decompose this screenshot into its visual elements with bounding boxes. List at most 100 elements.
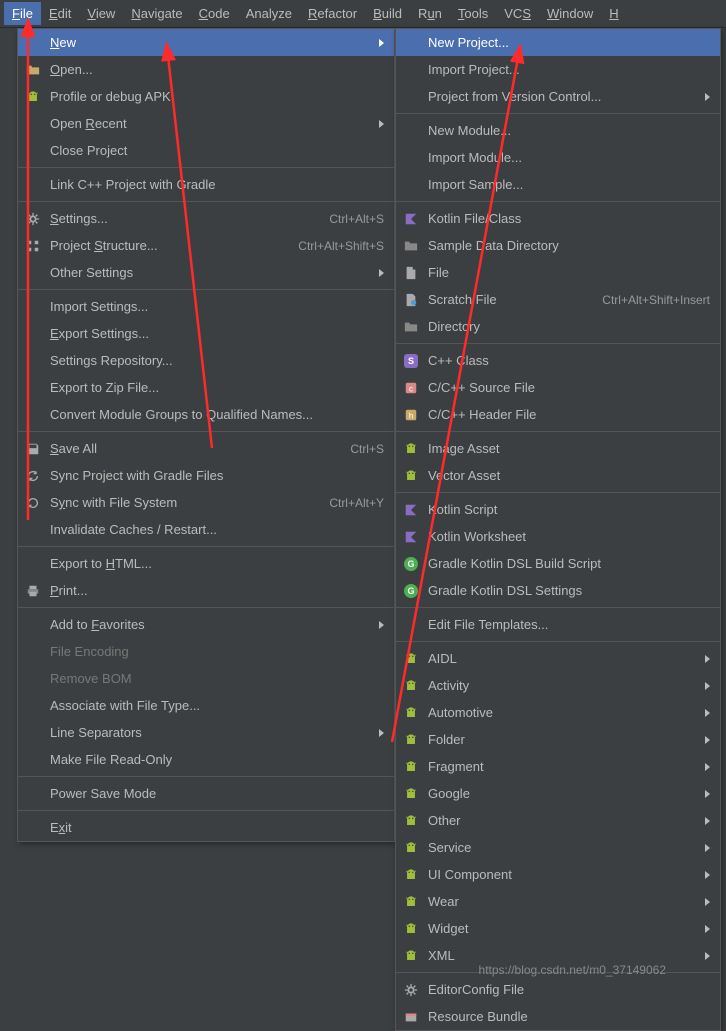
- new-menu-gradle-kotlin-dsl-build-script[interactable]: GGradle Kotlin DSL Build Script: [396, 550, 720, 577]
- menu-item-label: Automotive: [428, 705, 697, 720]
- menubar-item-window[interactable]: Window: [539, 2, 601, 25]
- new-menu-automotive[interactable]: Automotive: [396, 699, 720, 726]
- file-menu-export-to-zip-file[interactable]: Export to Zip File...: [18, 374, 394, 401]
- submenu-arrow-icon: [379, 729, 384, 737]
- menubar-item-refactor[interactable]: Refactor: [300, 2, 365, 25]
- new-menu-ui-component[interactable]: UI Component: [396, 861, 720, 888]
- new-menu-import-project[interactable]: Import Project...: [396, 56, 720, 83]
- file-menu-other-settings[interactable]: Other Settings: [18, 259, 394, 286]
- new-menu-edit-file-templates[interactable]: Edit File Templates...: [396, 611, 720, 638]
- file-menu-sync-with-file-system[interactable]: Sync with File SystemCtrl+Alt+Y: [18, 489, 394, 516]
- file-menu-link-c-project-with-gradle[interactable]: Link C++ Project with Gradle: [18, 171, 394, 198]
- file-menu-sync-project-with-gradle-files[interactable]: Sync Project with Gradle Files: [18, 462, 394, 489]
- new-menu-gradle-kotlin-dsl-settings[interactable]: G Gradle Kotlin DSL Settings: [396, 577, 720, 604]
- new-menu-fragment[interactable]: Fragment: [396, 753, 720, 780]
- new-submenu-popup: New Project... Import Project... Project f…: [395, 28, 721, 1031]
- new-menu-folder[interactable]: Folder: [396, 726, 720, 753]
- new-menu-xml[interactable]: XML: [396, 942, 720, 969]
- menubar-item-file[interactable]: File: [4, 2, 41, 25]
- blank-icon: [24, 616, 42, 634]
- menu-item-label: EditorConfig File: [428, 982, 710, 997]
- svg-text:c: c: [409, 384, 413, 393]
- new-menu-image-asset[interactable]: Image Asset: [396, 435, 720, 462]
- new-menu-sample-data-directory[interactable]: Sample Data Directory: [396, 232, 720, 259]
- menubar-item-code[interactable]: Code: [191, 2, 238, 25]
- new-menu-c-class[interactable]: SC++ Class: [396, 347, 720, 374]
- blank-icon: [402, 122, 420, 140]
- file-menu-convert-module-groups-to-qualified-names[interactable]: Convert Module Groups to Qualified Names…: [18, 401, 394, 428]
- file-menu-profile-or-debug-apk[interactable]: Profile or debug APK: [18, 83, 394, 110]
- file-menu-import-settings[interactable]: Import Settings...: [18, 293, 394, 320]
- menu-item-label: XML: [428, 948, 697, 963]
- menu-item-label: Import Project...: [428, 62, 710, 77]
- file-menu-save-all[interactable]: Save AllCtrl+S: [18, 435, 394, 462]
- menubar-item-analyze[interactable]: Analyze: [238, 2, 300, 25]
- menu-item-label: Gradle Kotlin DSL Settings: [428, 583, 710, 598]
- new-menu-wear[interactable]: Wear: [396, 888, 720, 915]
- new-menu-kotlin-worksheet[interactable]: Kotlin Worksheet: [396, 523, 720, 550]
- new-menu-widget[interactable]: Widget: [396, 915, 720, 942]
- new-menu-c-c-source-file[interactable]: c C/C++ Source File: [396, 374, 720, 401]
- blank-icon: [24, 298, 42, 316]
- new-menu-google[interactable]: Google: [396, 780, 720, 807]
- file-menu-settings-repository[interactable]: Settings Repository...: [18, 347, 394, 374]
- file-menu-line-separators[interactable]: Line Separators: [18, 719, 394, 746]
- menu-shortcut: Ctrl+Alt+Shift+Insert: [602, 293, 710, 307]
- android-icon: [402, 467, 420, 485]
- new-menu-directory[interactable]: Directory: [396, 313, 720, 340]
- file-menu-close-project[interactable]: Close Project: [18, 137, 394, 164]
- new-menu-file[interactable]: File: [396, 259, 720, 286]
- menu-item-label: Project from Version Control...: [428, 89, 697, 104]
- new-menu-new-module[interactable]: New Module...: [396, 117, 720, 144]
- file-menu-exit[interactable]: Exit: [18, 814, 394, 841]
- file-menu-print[interactable]: Print...: [18, 577, 394, 604]
- menubar-item-view[interactable]: View: [79, 2, 123, 25]
- submenu-arrow-icon: [705, 925, 710, 933]
- new-menu-editorconfig-file[interactable]: EditorConfig File: [396, 976, 720, 1003]
- file-menu-open[interactable]: Open...: [18, 56, 394, 83]
- new-menu-new-project[interactable]: New Project...: [396, 29, 720, 56]
- blank-icon: [24, 406, 42, 424]
- file-menu-project-structure[interactable]: Project Structure...Ctrl+Alt+Shift+S: [18, 232, 394, 259]
- file-menu-invalidate-caches-restart[interactable]: Invalidate Caches / Restart...: [18, 516, 394, 543]
- new-menu-aidl[interactable]: AIDL: [396, 645, 720, 672]
- new-menu-activity[interactable]: Activity: [396, 672, 720, 699]
- submenu-arrow-icon: [705, 898, 710, 906]
- new-menu-vector-asset[interactable]: Vector Asset: [396, 462, 720, 489]
- menubar-item-run[interactable]: Run: [410, 2, 450, 25]
- menu-item-label: C/C++ Source File: [428, 380, 710, 395]
- menubar-item-h[interactable]: H: [601, 2, 626, 25]
- menu-item-label: Print...: [50, 583, 384, 598]
- new-menu-project-from-version-control[interactable]: Project from Version Control...: [396, 83, 720, 110]
- new-menu-c-c-header-file[interactable]: hC/C++ Header File: [396, 401, 720, 428]
- menubar-item-build[interactable]: Build: [365, 2, 410, 25]
- menubar-item-vcs[interactable]: VCS: [496, 2, 539, 25]
- new-menu-resource-bundle[interactable]: Resource Bundle: [396, 1003, 720, 1030]
- new-menu-scratch-file[interactable]: Scratch FileCtrl+Alt+Shift+Insert: [396, 286, 720, 313]
- menubar-item-edit[interactable]: Edit: [41, 2, 79, 25]
- menu-item-label: Settings...: [50, 211, 309, 226]
- menu-item-label: Kotlin Worksheet: [428, 529, 710, 544]
- new-menu-kotlin-file-class[interactable]: Kotlin File/Class: [396, 205, 720, 232]
- file-menu-export-to-html[interactable]: Export to HTML...: [18, 550, 394, 577]
- file-menu-power-save-mode[interactable]: Power Save Mode: [18, 780, 394, 807]
- file-menu-associate-with-file-type[interactable]: Associate with File Type...: [18, 692, 394, 719]
- file-menu-export-settings[interactable]: Export Settings...: [18, 320, 394, 347]
- new-menu-import-sample[interactable]: Import Sample...: [396, 171, 720, 198]
- file-menu-new[interactable]: New: [18, 29, 394, 56]
- file-menu-make-file-read-only[interactable]: Make File Read-Only: [18, 746, 394, 773]
- new-menu-service[interactable]: Service: [396, 834, 720, 861]
- menubar-item-navigate[interactable]: Navigate: [123, 2, 190, 25]
- menubar-item-tools[interactable]: Tools: [450, 2, 496, 25]
- g-badge-icon: G: [402, 582, 420, 600]
- new-menu-import-module[interactable]: Import Module...: [396, 144, 720, 171]
- file-menu-settings[interactable]: Settings...Ctrl+Alt+S: [18, 205, 394, 232]
- menu-item-label: C++ Class: [428, 353, 710, 368]
- new-menu-other[interactable]: Other: [396, 807, 720, 834]
- file-menu-add-to-favorites[interactable]: Add to Favorites: [18, 611, 394, 638]
- c-src-icon: c: [402, 379, 420, 397]
- menu-item-label: Sample Data Directory: [428, 238, 710, 253]
- file-menu-open-recent[interactable]: Open Recent: [18, 110, 394, 137]
- android-icon: [402, 866, 420, 884]
- new-menu-kotlin-script[interactable]: Kotlin Script: [396, 496, 720, 523]
